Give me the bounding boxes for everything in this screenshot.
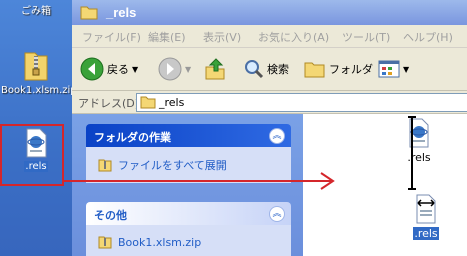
recycle-bin-label: ごみ箱	[21, 6, 51, 17]
search-label: 検索	[267, 63, 289, 76]
folders-icon	[304, 62, 325, 78]
folder-tasks-header[interactable]: フォルダの作業 ︽	[86, 124, 291, 147]
zip-file-desktop[interactable]: Book1.xlsm.zip	[0, 50, 77, 96]
folders-button[interactable]: フォルダ	[304, 56, 373, 82]
menu-edit[interactable]: 編集(E)	[148, 29, 186, 45]
folder-icon	[80, 6, 98, 20]
up-folder-icon	[205, 58, 225, 80]
menu-tools[interactable]: ツール(T)	[342, 29, 390, 45]
other-places-header[interactable]: その他 ︽	[86, 202, 291, 225]
address-input[interactable]: _rels	[136, 93, 467, 112]
collapse-chevron-icon[interactable]: ︽	[269, 206, 285, 222]
zip-folder-icon	[24, 52, 48, 81]
zip-file-label: Book1.xlsm.zip	[1, 85, 77, 96]
other-places-body: Book1.xlsm.zip	[86, 225, 291, 256]
address-label: アドレス(D)	[78, 97, 140, 110]
views-dropdown-icon[interactable]: ▼	[403, 65, 409, 74]
window-title: _rels	[106, 5, 137, 20]
views-button[interactable]: ▼	[378, 56, 409, 82]
other-places-title: その他	[94, 209, 127, 222]
back-arrow-icon	[80, 57, 104, 81]
zip-folder-small-icon	[98, 236, 112, 249]
extract-icon	[98, 159, 112, 172]
folders-label: フォルダ	[329, 63, 373, 76]
search-icon	[245, 60, 264, 79]
forward-arrow-icon	[158, 57, 182, 81]
back-label: 戻る	[107, 63, 129, 76]
address-folder-icon	[140, 96, 156, 109]
extract-all-link[interactable]: ファイルをすべて展開	[98, 157, 227, 173]
collapse-chevron-icon[interactable]: ︽	[269, 128, 285, 144]
back-dropdown-icon[interactable]: ▼	[132, 65, 138, 74]
back-button[interactable]: 戻る ▼	[80, 56, 138, 82]
search-button[interactable]: 検索	[244, 56, 289, 82]
forward-dropdown-icon[interactable]: ▼	[185, 65, 191, 74]
up-button[interactable]	[204, 56, 226, 82]
forward-button[interactable]: ▼	[158, 56, 191, 82]
rels-file-dragging[interactable]: .rels	[406, 194, 446, 240]
address-bar: アドレス(D) _rels	[72, 91, 467, 114]
explorer-window: _rels ファイル(F) 編集(E) 表示(V) お気に入り(A) ツール(T…	[72, 0, 467, 256]
menu-bar: ファイル(F) 編集(E) 表示(V) お気に入り(A) ツール(T) ヘルプ(…	[72, 25, 467, 48]
address-value: _rels	[159, 96, 185, 109]
other-zip-link[interactable]: Book1.xlsm.zip	[98, 235, 201, 249]
folder-tasks-body: ファイルをすべて展開	[86, 147, 291, 183]
toolbar: 戻る ▼ ▼ 検索 フォルダ ▼	[72, 48, 467, 91]
menu-help[interactable]: ヘルプ(H)	[403, 29, 453, 45]
views-icon	[378, 60, 400, 78]
rels-file-name: .rels	[407, 151, 431, 164]
highlight-box	[0, 124, 64, 186]
task-pane: フォルダの作業 ︽ ファイルをすべて展開 その他 ︽ Book1.xlsm.zi…	[72, 114, 303, 256]
rels-file-icon	[409, 118, 429, 148]
drag-move-icon	[416, 194, 436, 224]
title-bar[interactable]: _rels	[72, 0, 467, 25]
menu-view[interactable]: 表示(V)	[203, 29, 241, 45]
other-zip-label: Book1.xlsm.zip	[118, 235, 202, 249]
recycle-bin[interactable]: ごみ箱	[0, 2, 72, 17]
menu-file[interactable]: ファイル(F)	[82, 29, 141, 45]
extract-all-label: ファイルをすべて展開	[118, 159, 227, 172]
menu-favorites[interactable]: お気に入り(A)	[258, 29, 329, 45]
folder-tasks-title: フォルダの作業	[94, 131, 171, 144]
rels-file-dragging-name: .rels	[413, 227, 439, 240]
rels-file-item[interactable]: .rels	[399, 118, 439, 164]
file-view: .rels .rels	[303, 114, 467, 256]
